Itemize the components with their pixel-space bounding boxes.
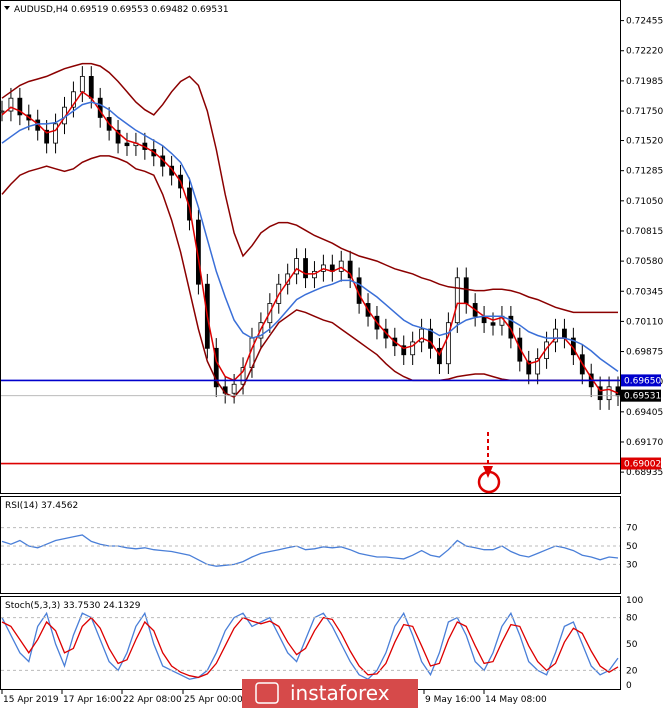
y-tick-label: 0.69170 <box>626 438 663 448</box>
y-tick-label: 0.71285 <box>626 167 663 177</box>
y-tick-label: 0.71050 <box>626 197 663 207</box>
y-tick-label: 0.70580 <box>626 257 663 267</box>
stoch-tick-label: 100 <box>626 596 643 606</box>
x-tick-label: 17 Apr 16:00 <box>63 695 122 705</box>
current-price-tag: 0.69531 <box>624 392 661 402</box>
y-tick-label: 0.69405 <box>626 408 663 418</box>
rsi-tick-label: 70 <box>626 524 638 534</box>
x-tick-label: 15 Apr 2019 <box>3 695 59 705</box>
x-tick-label: 9 May 16:00 <box>425 695 481 705</box>
price-panel[interactable] <box>0 0 621 494</box>
y-tick-label: 0.71985 <box>626 77 663 87</box>
resistance-price-tag: 0.69650 <box>624 376 661 386</box>
y-tick-label: 0.70110 <box>626 317 663 327</box>
rsi-panel[interactable] <box>0 496 621 594</box>
price-candle <box>124 142 130 147</box>
y-tick-label: 0.68935 <box>626 468 663 478</box>
price-candle <box>615 386 621 397</box>
price-candle <box>231 383 237 394</box>
price-candle <box>454 277 460 324</box>
price-candle <box>463 277 469 304</box>
x-tick-label: 25 Apr 00:00 <box>184 695 243 705</box>
stoch-tick-label: 50 <box>626 640 638 650</box>
main-header: AUDUSD,H4 0.69519 0.69553 0.69482 0.6953… <box>14 5 229 15</box>
rsi-tick-label: 30 <box>626 560 638 570</box>
stoch-tick-label: 20 <box>626 666 638 676</box>
y-tick-label: 0.71520 <box>626 137 663 147</box>
watermark-text: instaforex <box>290 681 390 705</box>
rsi-tick-label: 50 <box>626 542 638 552</box>
price-candle <box>88 75 94 99</box>
target-price-tag: 0.69002 <box>624 460 661 470</box>
y-tick-label: 0.69875 <box>626 348 663 358</box>
price-candle <box>0 110 5 113</box>
price-candle <box>303 258 308 279</box>
stoch-tick-label: 0 <box>626 681 632 691</box>
price-candle <box>338 260 344 272</box>
price-candle <box>562 328 567 339</box>
y-tick-label: 0.72455 <box>626 17 663 27</box>
price-candle <box>53 123 58 144</box>
rsi-header: RSI(14) 37.4562 <box>5 501 78 511</box>
price-candle <box>79 75 85 93</box>
y-tick-label: 0.72220 <box>626 47 663 57</box>
stoch-header: Stoch(5,3,3) 33.7530 24.1329 <box>5 601 141 611</box>
y-tick-label: 0.70815 <box>626 227 663 237</box>
stoch-tick-label: 80 <box>626 614 638 624</box>
x-tick-label: 22 Apr 08:00 <box>123 695 182 705</box>
y-tick-label: 0.70345 <box>626 287 663 297</box>
x-tick-label: 14 May 08:00 <box>485 695 547 705</box>
y-tick-label: 0.71750 <box>626 107 663 117</box>
price-candle <box>490 322 496 326</box>
trading-chart: 0.72455 0.72220 0.71985 0.71750 0.71520 0.712… <box>0 0 663 708</box>
